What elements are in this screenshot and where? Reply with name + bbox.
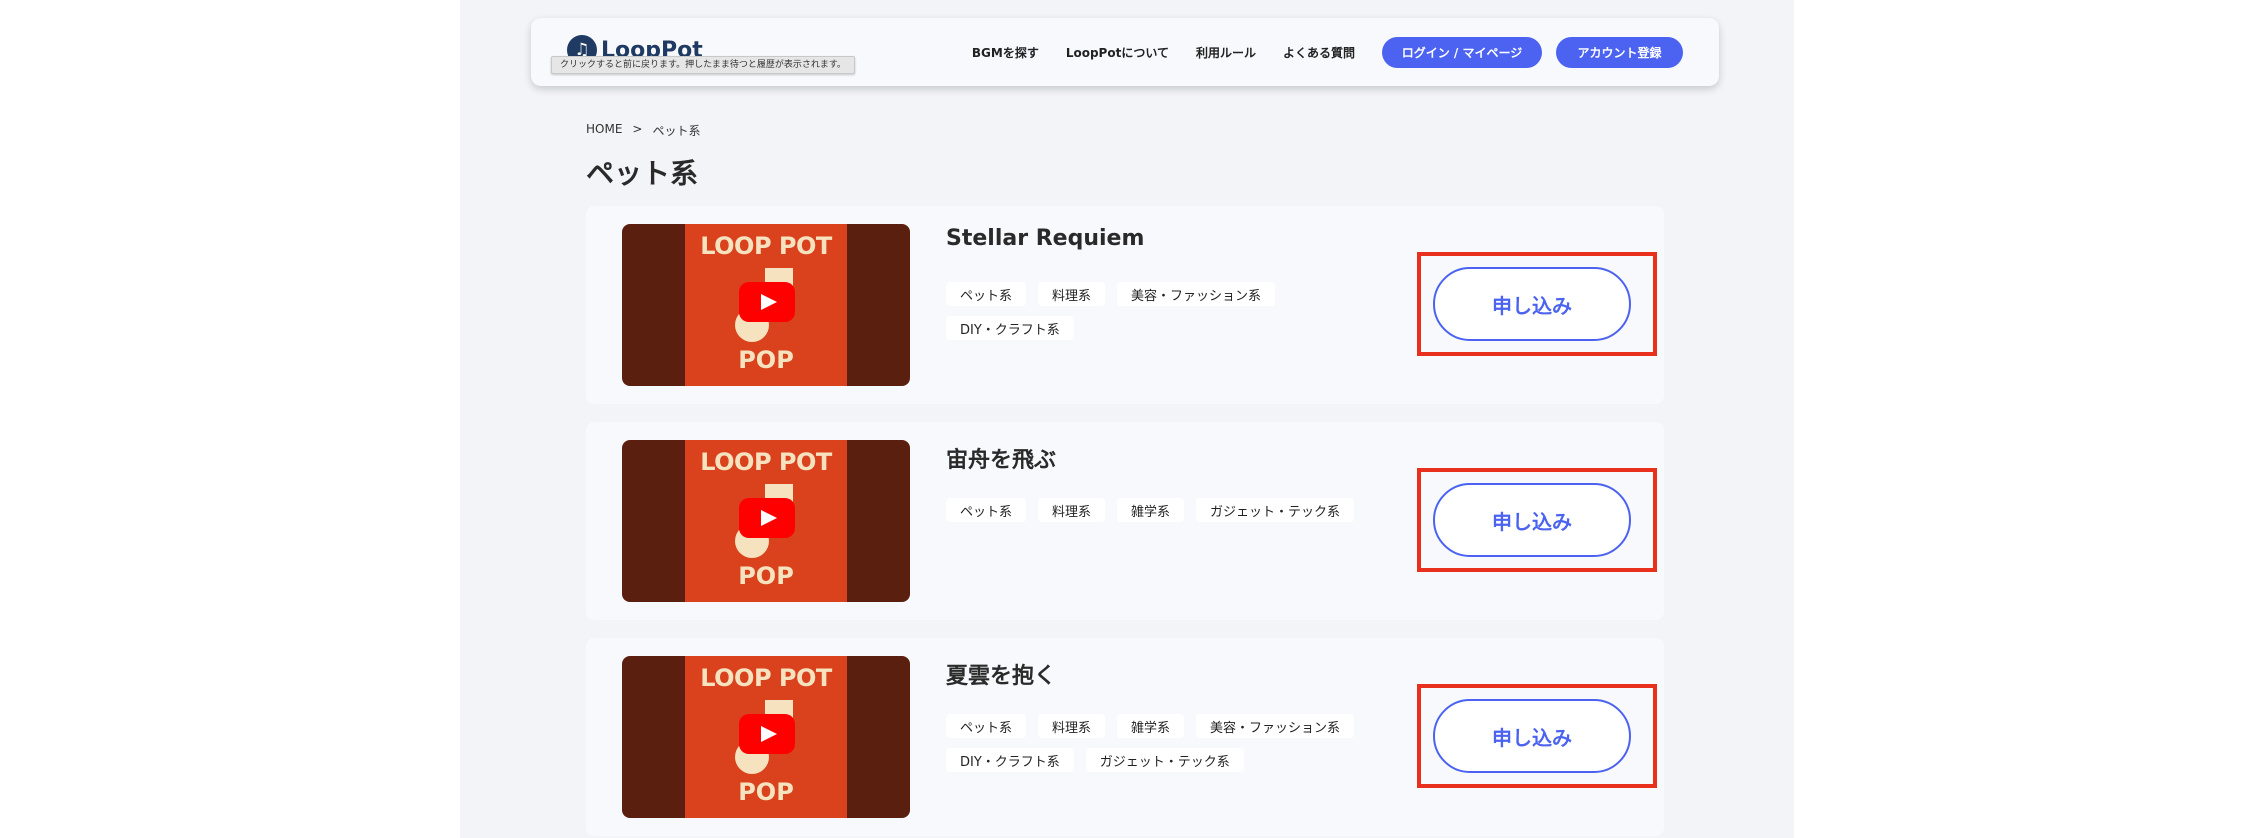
nav-link-faq[interactable]: よくある質問 (1283, 44, 1355, 61)
tag[interactable]: 雑学系 (1117, 714, 1185, 738)
breadcrumb-home[interactable]: HOME (586, 122, 622, 139)
thumbnail-top-text: LOOP POT (700, 448, 832, 476)
apply-button[interactable]: 申し込み (1433, 483, 1631, 557)
song-title: 宙舟を飛ぶ (946, 448, 1057, 473)
thumbnail-bottom-text: POP (738, 778, 794, 806)
youtube-play-icon[interactable] (739, 282, 795, 322)
nav-link-rules[interactable]: 利用ルール (1196, 44, 1256, 61)
register-button[interactable]: アカウント登録 (1556, 36, 1683, 68)
tag-list: ペット系 料理系 雑学系 美容・ファッション系 DIY・クラフト系 ガジェット・… (946, 714, 1406, 772)
site-header: ♫ LoopPot クリックすると前に戻ります。押したまま待つと履歴が表示されま… (531, 18, 1719, 86)
video-thumbnail[interactable]: LOOP POT POP (622, 224, 910, 386)
thumbnail-bottom-text: POP (738, 562, 794, 590)
page-title: ペット系 (586, 157, 699, 190)
tag[interactable]: 料理系 (1038, 282, 1106, 306)
tag[interactable]: ペット系 (946, 498, 1027, 522)
back-button-tooltip: クリックすると前に戻ります。押したまま待つと履歴が表示されます。 (551, 56, 855, 74)
song-title: 夏雲を抱く (946, 664, 1057, 689)
tag-list: ペット系 料理系 雑学系 ガジェット・テック系 (946, 498, 1406, 522)
tag[interactable]: ガジェット・テック系 (1085, 748, 1244, 772)
tag[interactable]: ペット系 (946, 282, 1027, 306)
thumbnail-artwork: LOOP POT POP (685, 656, 847, 818)
tag-list: ペット系 料理系 美容・ファッション系 DIY・クラフト系 (946, 282, 1406, 340)
tag[interactable]: 料理系 (1038, 498, 1106, 522)
breadcrumb: HOME > ペット系 (586, 122, 700, 139)
song-card: LOOP POT POP Stellar Requiem ペット系 料理系 美容… (586, 206, 1664, 404)
video-thumbnail[interactable]: LOOP POT POP (622, 656, 910, 818)
tag[interactable]: DIY・クラフト系 (946, 316, 1074, 340)
thumbnail-top-text: LOOP POT (700, 232, 832, 260)
song-title: Stellar Requiem (946, 226, 1145, 251)
tag[interactable]: ペット系 (946, 714, 1027, 738)
song-card: LOOP POT POP 夏雲を抱く ペット系 料理系 雑学系 美容・ファッショ… (586, 638, 1664, 836)
apply-button-highlight: 申し込み (1417, 468, 1657, 572)
tag[interactable]: DIY・クラフト系 (946, 748, 1074, 772)
song-card: LOOP POT POP 宙舟を飛ぶ ペット系 料理系 雑学系 ガジェット・テッ… (586, 422, 1664, 620)
nav-link-find-bgm[interactable]: BGMを探す (972, 44, 1039, 61)
thumbnail-artwork: LOOP POT POP (685, 440, 847, 602)
breadcrumb-current: ペット系 (652, 124, 701, 138)
tag[interactable]: 料理系 (1038, 714, 1106, 738)
thumbnail-bottom-text: POP (738, 346, 794, 374)
tag[interactable]: 雑学系 (1117, 498, 1185, 522)
apply-button-highlight: 申し込み (1417, 684, 1657, 788)
login-button[interactable]: ログイン / マイページ (1382, 36, 1542, 68)
apply-button[interactable]: 申し込み (1433, 267, 1631, 341)
youtube-play-icon[interactable] (739, 714, 795, 754)
apply-button-highlight: 申し込み (1417, 252, 1657, 356)
video-thumbnail[interactable]: LOOP POT POP (622, 440, 910, 602)
thumbnail-artwork: LOOP POT POP (685, 224, 847, 386)
main-nav: BGMを探す LoopPotについて 利用ルール よくある質問 ログイン / マ… (972, 36, 1683, 68)
apply-button[interactable]: 申し込み (1433, 699, 1631, 773)
youtube-play-icon[interactable] (739, 498, 795, 538)
tag[interactable]: 美容・ファッション系 (1117, 282, 1276, 306)
thumbnail-top-text: LOOP POT (700, 664, 832, 692)
tag[interactable]: ガジェット・テック系 (1196, 498, 1355, 522)
breadcrumb-separator: > (632, 122, 643, 136)
tag[interactable]: 美容・ファッション系 (1196, 714, 1355, 738)
nav-link-about[interactable]: LoopPotについて (1066, 44, 1169, 61)
